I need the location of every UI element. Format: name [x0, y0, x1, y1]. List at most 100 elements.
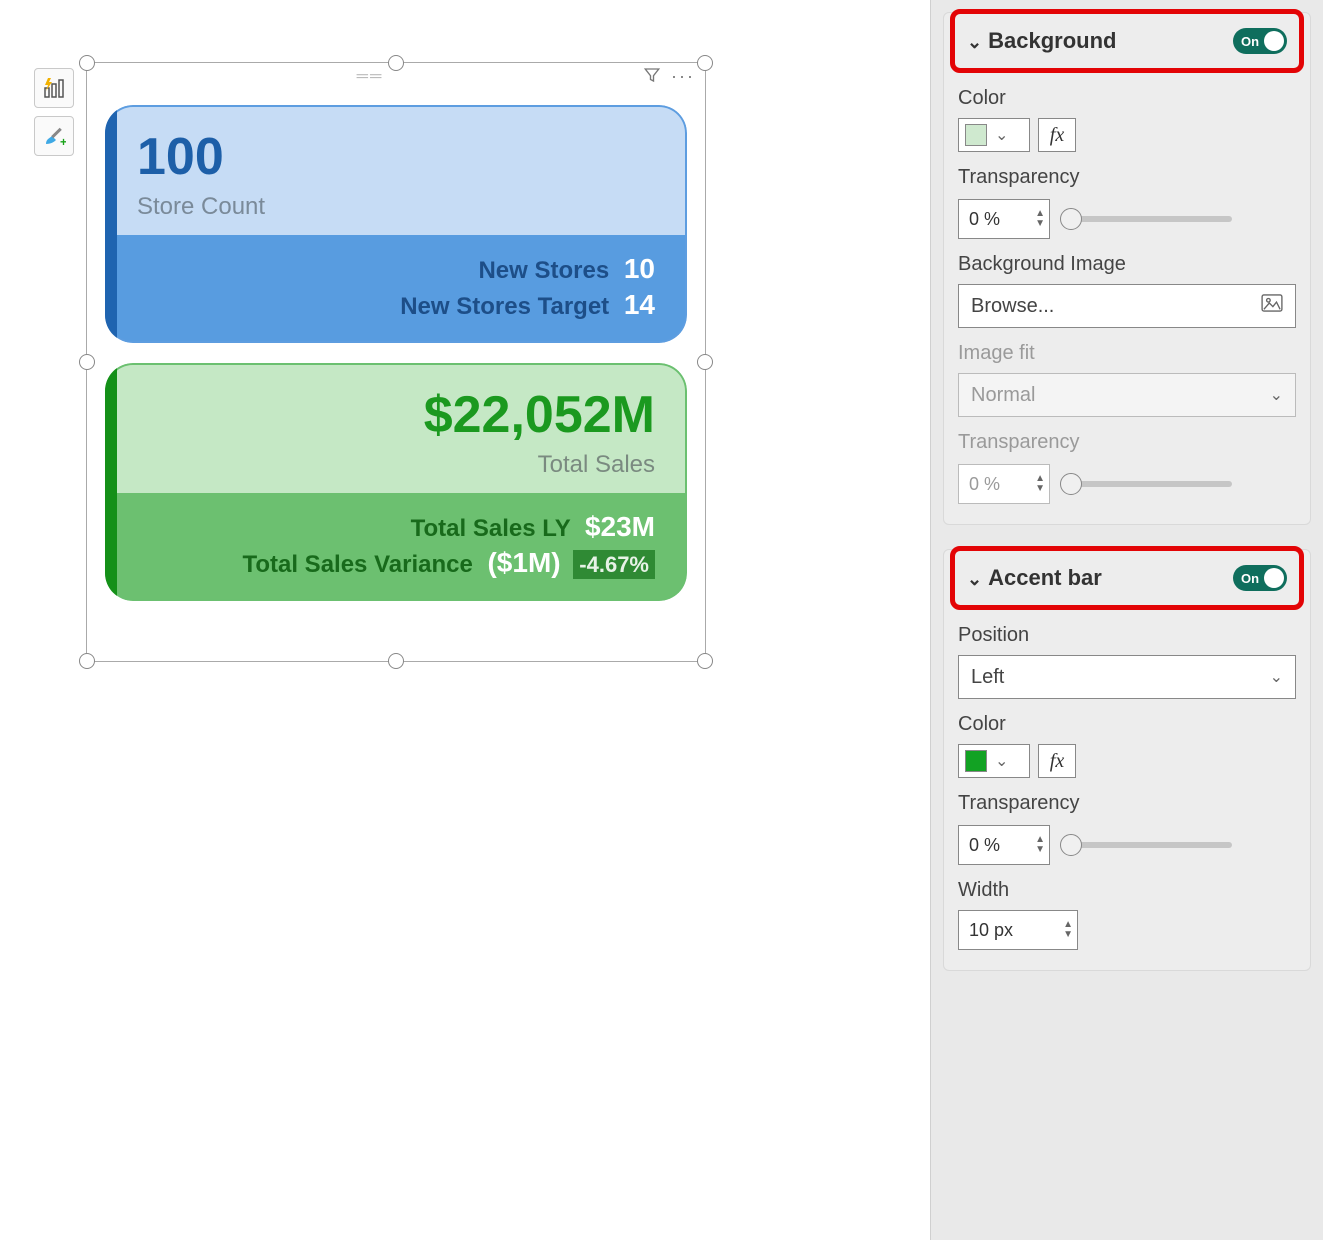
- label-bg-image: Background Image: [958, 253, 1296, 276]
- detail-label: Total Sales LY: [411, 515, 571, 542]
- select-value: Left: [971, 666, 1004, 689]
- img-transparency-slider: [1062, 481, 1232, 487]
- svg-text:+: +: [60, 135, 66, 148]
- spinner-arrows-icon[interactable]: ▲▼: [1035, 835, 1045, 855]
- chart-lightning-icon: [42, 76, 66, 100]
- image-fit-select: Normal ⌄: [958, 373, 1296, 417]
- resize-handle[interactable]: [79, 55, 95, 71]
- drag-grip-icon[interactable]: ══: [97, 68, 643, 86]
- visual-fields-button[interactable]: [34, 68, 74, 108]
- label-img-transparency: Transparency: [958, 431, 1296, 454]
- section-header-accent[interactable]: ⌄ Accent bar On: [963, 555, 1291, 601]
- spinner-arrows-icon[interactable]: ▲▼: [1035, 209, 1045, 229]
- card-detail-row: Total Sales Variance ($1M) -4.67%: [137, 547, 655, 579]
- resize-handle[interactable]: [79, 653, 95, 669]
- visual-format-button[interactable]: +: [34, 116, 74, 156]
- accent-bar: [105, 105, 117, 343]
- resize-handle[interactable]: [697, 653, 713, 669]
- label-color: Color: [958, 87, 1296, 110]
- chevron-down-icon: ⌄: [995, 751, 1008, 771]
- position-select[interactable]: Left ⌄: [958, 655, 1296, 699]
- label-accent-color: Color: [958, 713, 1296, 736]
- resize-handle[interactable]: [697, 55, 713, 71]
- fx-button[interactable]: fx: [1038, 744, 1076, 778]
- input-value: Browse...: [971, 295, 1054, 318]
- image-icon: [1261, 294, 1283, 318]
- fx-button[interactable]: fx: [1038, 118, 1076, 152]
- toggle-label: On: [1241, 571, 1259, 586]
- label-accent-transparency: Transparency: [958, 792, 1296, 815]
- accent-transparency-slider[interactable]: [1062, 842, 1232, 848]
- input-value: 0 %: [969, 474, 1000, 495]
- paintbrush-icon: +: [42, 124, 66, 148]
- resize-handle[interactable]: [388, 653, 404, 669]
- select-value: Normal: [971, 384, 1035, 407]
- transparency-slider[interactable]: [1062, 216, 1232, 222]
- floating-toolbar: +: [34, 68, 74, 156]
- label-transparency: Transparency: [958, 166, 1296, 189]
- toggle-background[interactable]: On: [1233, 28, 1287, 54]
- section-title: Background: [988, 28, 1116, 53]
- accent-bar: [105, 363, 117, 601]
- card-store-count: 100 Store Count New Stores 10 New Stores…: [105, 105, 687, 343]
- toggle-label: On: [1241, 34, 1259, 49]
- annotation-highlight: ⌄ Accent bar On: [950, 546, 1304, 610]
- annotation-highlight: ⌄ Background On: [950, 9, 1304, 73]
- label-position: Position: [958, 624, 1296, 647]
- multi-card-visual: 100 Store Count New Stores 10 New Stores…: [87, 91, 705, 615]
- filter-icon[interactable]: [643, 66, 661, 89]
- detail-value: $23M: [585, 511, 655, 542]
- resize-handle[interactable]: [79, 354, 95, 370]
- chevron-down-icon: ⌄: [995, 125, 1008, 145]
- toggle-accent[interactable]: On: [1233, 565, 1287, 591]
- spinner-arrows-icon: ▲▼: [1035, 474, 1045, 494]
- detail-label: New Stores: [478, 257, 609, 284]
- more-options-icon[interactable]: ···: [671, 66, 695, 89]
- chevron-down-icon: ⌄: [967, 569, 982, 589]
- format-pane: ⌄ Background On Color ⌄ fx Transparency 0…: [930, 0, 1323, 1240]
- section-title: Accent bar: [988, 565, 1102, 590]
- spinner-arrows-icon[interactable]: ▲▼: [1063, 920, 1073, 940]
- detail-value: 14: [624, 289, 655, 320]
- card-label: Store Count: [137, 193, 655, 221]
- transparency-input[interactable]: 0 % ▲▼: [958, 199, 1050, 239]
- color-swatch: [965, 750, 987, 772]
- width-input[interactable]: 10 px ▲▼: [958, 910, 1078, 950]
- detail-percent: -4.67%: [573, 550, 655, 579]
- section-header-background[interactable]: ⌄ Background On: [963, 18, 1291, 64]
- img-transparency-input: 0 % ▲▼: [958, 464, 1050, 504]
- section-background: ⌄ Background On Color ⌄ fx Transparency 0…: [943, 12, 1311, 525]
- label-width: Width: [958, 879, 1296, 902]
- input-value: 0 %: [969, 209, 1000, 230]
- report-canvas: + ══ ··· 100 St: [0, 0, 930, 1240]
- browse-image-input[interactable]: Browse...: [958, 284, 1296, 328]
- resize-handle[interactable]: [697, 354, 713, 370]
- accent-transparency-input[interactable]: 0 % ▲▼: [958, 825, 1050, 865]
- chevron-down-icon: ⌄: [1270, 385, 1283, 405]
- card-total-sales: $22,052M Total Sales Total Sales LY $23M…: [105, 363, 687, 601]
- card-label: Total Sales: [137, 451, 655, 479]
- card-value: $22,052M: [137, 385, 655, 445]
- detail-value: ($1M): [487, 547, 560, 578]
- card-detail-row: New Stores 10: [137, 253, 655, 285]
- slider-thumb[interactable]: [1060, 208, 1082, 230]
- color-picker-accent[interactable]: ⌄: [958, 744, 1030, 778]
- color-picker-background[interactable]: ⌄: [958, 118, 1030, 152]
- input-value: 10 px: [969, 920, 1013, 941]
- detail-label: New Stores Target: [400, 293, 609, 320]
- input-value: 0 %: [969, 835, 1000, 856]
- chevron-down-icon: ⌄: [1270, 667, 1283, 687]
- label-image-fit: Image fit: [958, 342, 1296, 365]
- detail-value: 10: [624, 253, 655, 284]
- slider-thumb[interactable]: [1060, 834, 1082, 856]
- chevron-down-icon: ⌄: [967, 32, 982, 52]
- color-swatch: [965, 124, 987, 146]
- detail-label: Total Sales Variance: [242, 551, 472, 578]
- visual-selection[interactable]: ══ ··· 100 Store Count New Stores 10: [86, 62, 706, 662]
- section-accent-bar: ⌄ Accent bar On Position Left ⌄ Color ⌄ f…: [943, 549, 1311, 971]
- card-value: 100: [137, 127, 655, 187]
- slider-thumb: [1060, 473, 1082, 495]
- resize-handle[interactable]: [388, 55, 404, 71]
- card-detail-row: New Stores Target 14: [137, 289, 655, 321]
- card-detail-row: Total Sales LY $23M: [137, 511, 655, 543]
